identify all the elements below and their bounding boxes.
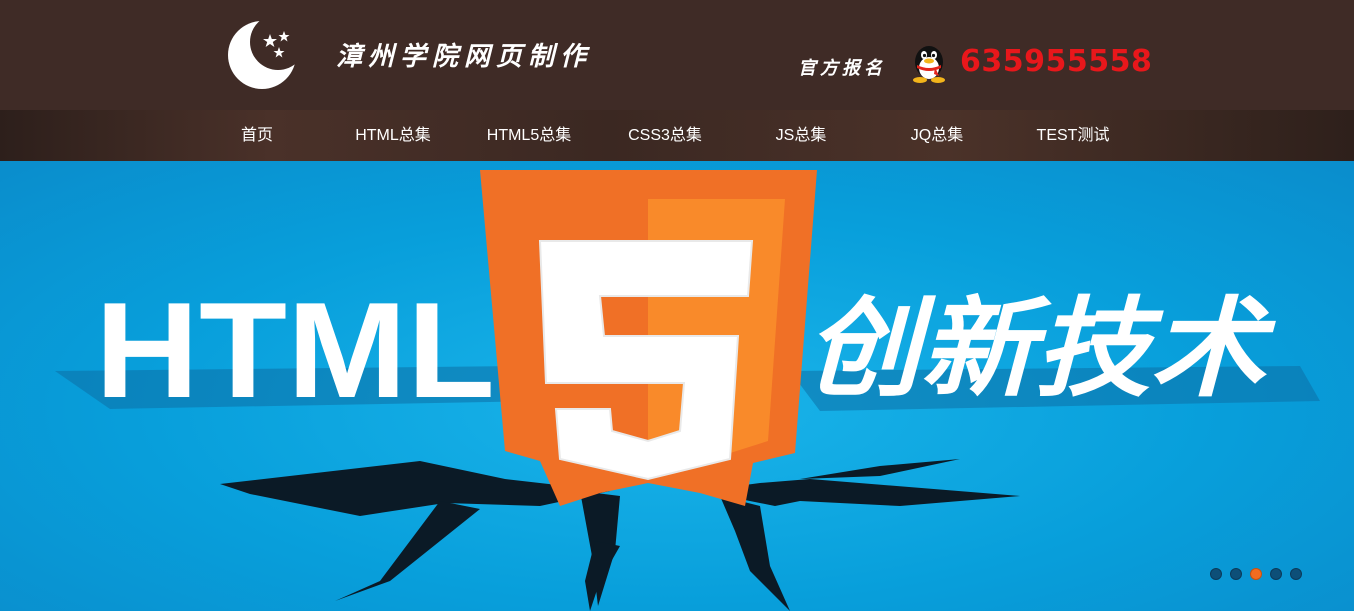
site-header: 漳州学院网页制作 官方报名 635955558 (0, 0, 1354, 110)
nav-item-js[interactable]: JS总集 (756, 110, 846, 161)
html5-shield-icon (480, 170, 817, 506)
moon-stars-logo-icon[interactable] (226, 20, 298, 90)
qq-number: 635955558 (960, 44, 1153, 79)
nav-item-test[interactable]: TEST测试 (1023, 110, 1123, 161)
site-title: 漳州学院网页制作 (336, 42, 593, 72)
qq-penguin-icon[interactable] (908, 40, 950, 84)
signup-label: 官方报名 (798, 58, 886, 79)
slider-dot[interactable] (1210, 568, 1222, 580)
nav-item-css3[interactable]: CSS3总集 (615, 110, 715, 161)
main-nav: 首页 HTML总集 HTML5总集 CSS3总集 JS总集 JQ总集 TEST测… (0, 110, 1354, 161)
banner-html-text: HTML (95, 274, 495, 426)
slider-dot-active[interactable] (1250, 568, 1262, 580)
slider-dot[interactable] (1290, 568, 1302, 580)
html5-banner-art: HTML 创新技术 (55, 170, 1320, 611)
nav-item-html[interactable]: HTML总集 (343, 110, 443, 161)
slider-dot[interactable] (1230, 568, 1242, 580)
nav-item-jq[interactable]: JQ总集 (892, 110, 982, 161)
nav-item-home[interactable]: 首页 (212, 110, 302, 161)
hero-banner[interactable]: HTML 创新技术 (0, 161, 1354, 611)
slider-dot[interactable] (1270, 568, 1282, 580)
nav-item-html5[interactable]: HTML5总集 (474, 110, 584, 161)
banner-innovation-text: 创新技术 (805, 287, 1277, 412)
